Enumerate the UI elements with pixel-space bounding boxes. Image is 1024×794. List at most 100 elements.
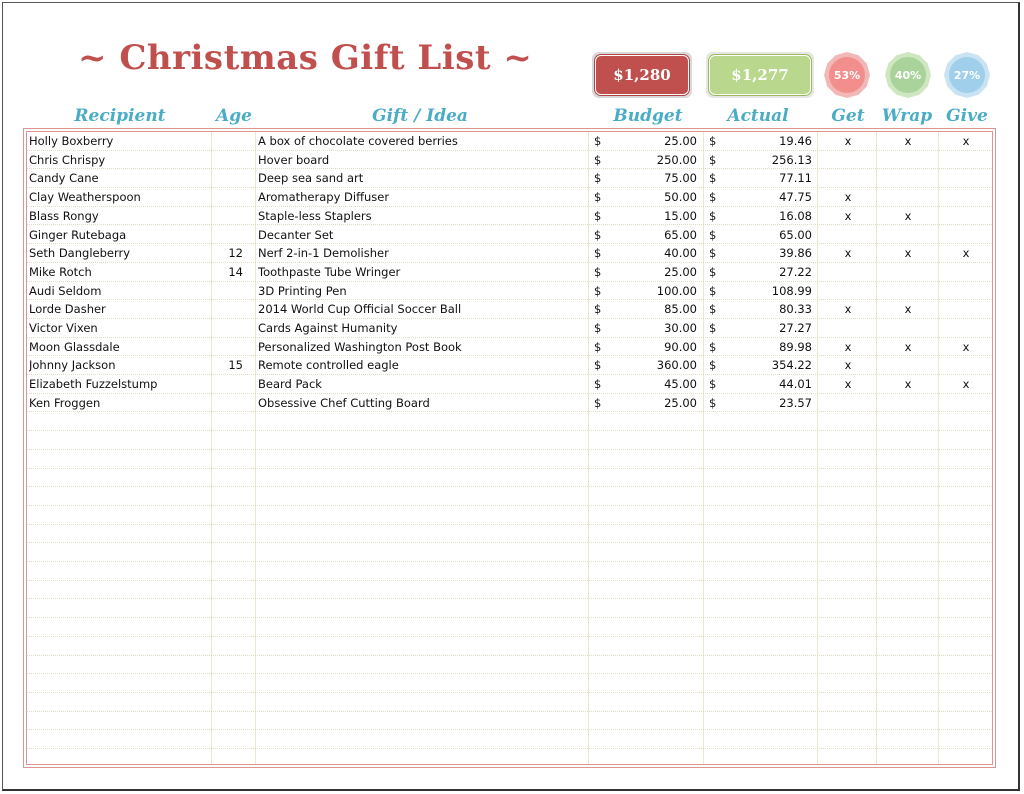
cell-actual[interactable]: 27.22 [722, 263, 812, 282]
cell-budget-currency[interactable]: $ [594, 207, 604, 226]
cell-give[interactable] [939, 188, 992, 207]
cell-wrap[interactable]: x [877, 132, 939, 151]
cell-age[interactable] [213, 282, 243, 301]
cell-budget-currency[interactable]: $ [594, 226, 604, 245]
cell-get[interactable] [819, 282, 877, 301]
cell-get[interactable] [819, 151, 877, 170]
cell-recipient[interactable]: Mike Rotch [29, 263, 211, 282]
cell-get[interactable]: x [819, 132, 877, 151]
cell-age[interactable] [213, 151, 243, 170]
cell-budget-currency[interactable]: $ [594, 375, 604, 394]
cell-actual[interactable]: 80.33 [722, 300, 812, 319]
cell-give[interactable] [939, 394, 992, 413]
cell-gift[interactable]: Obsessive Chef Cutting Board [258, 394, 586, 413]
cell-recipient[interactable]: Johnny Jackson [29, 356, 211, 375]
cell-gift[interactable]: Cards Against Humanity [258, 319, 586, 338]
cell-age[interactable]: 15 [213, 356, 243, 375]
cell-age[interactable] [213, 375, 243, 394]
cell-budget-currency[interactable]: $ [594, 132, 604, 151]
cell-budget-currency[interactable]: $ [594, 188, 604, 207]
cell-budget-currency[interactable]: $ [594, 263, 604, 282]
cell-gift[interactable]: Deep sea sand art [258, 169, 586, 188]
cell-give[interactable] [939, 282, 992, 301]
cell-actual-currency[interactable]: $ [709, 244, 719, 263]
cell-get[interactable]: x [819, 375, 877, 394]
cell-give[interactable]: x [939, 132, 992, 151]
cell-recipient[interactable]: Ginger Rutebaga [29, 226, 211, 245]
cell-actual[interactable]: 256.13 [722, 151, 812, 170]
cell-recipient[interactable]: Moon Glassdale [29, 338, 211, 357]
cell-age[interactable] [213, 226, 243, 245]
cell-age[interactable]: 12 [213, 244, 243, 263]
cell-actual[interactable]: 44.01 [722, 375, 812, 394]
cell-budget-currency[interactable]: $ [594, 319, 604, 338]
cell-get[interactable]: x [819, 300, 877, 319]
cell-budget[interactable]: 65.00 [607, 226, 697, 245]
cell-budget-currency[interactable]: $ [594, 300, 604, 319]
cell-actual[interactable]: 39.86 [722, 244, 812, 263]
cell-get[interactable]: x [819, 207, 877, 226]
cell-budget[interactable]: 40.00 [607, 244, 697, 263]
cell-recipient[interactable]: Lorde Dasher [29, 300, 211, 319]
cell-recipient[interactable]: Victor Vixen [29, 319, 211, 338]
cell-wrap[interactable] [877, 319, 939, 338]
cell-recipient[interactable]: Clay Weatherspoon [29, 188, 211, 207]
cell-wrap[interactable]: x [877, 375, 939, 394]
cell-gift[interactable]: Remote controlled eagle [258, 356, 586, 375]
cell-budget[interactable]: 25.00 [607, 394, 697, 413]
cell-actual[interactable]: 16.08 [722, 207, 812, 226]
cell-actual-currency[interactable]: $ [709, 338, 719, 357]
cell-age[interactable] [213, 300, 243, 319]
cell-actual-currency[interactable]: $ [709, 300, 719, 319]
cell-wrap[interactable]: x [877, 338, 939, 357]
cell-budget-currency[interactable]: $ [594, 338, 604, 357]
cell-get[interactable]: x [819, 188, 877, 207]
cell-get[interactable] [819, 169, 877, 188]
cell-budget[interactable]: 100.00 [607, 282, 697, 301]
cell-budget-currency[interactable]: $ [594, 356, 604, 375]
cell-get[interactable] [819, 394, 877, 413]
cell-recipient[interactable]: Chris Chrispy [29, 151, 211, 170]
cell-budget-currency[interactable]: $ [594, 169, 604, 188]
cell-actual-currency[interactable]: $ [709, 394, 719, 413]
cell-wrap[interactable] [877, 356, 939, 375]
cell-age[interactable] [213, 169, 243, 188]
cell-age[interactable] [213, 207, 243, 226]
cell-gift[interactable]: Nerf 2-in-1 Demolisher [258, 244, 586, 263]
cell-give[interactable] [939, 169, 992, 188]
cell-gift[interactable]: A box of chocolate covered berries [258, 132, 586, 151]
cell-gift[interactable]: Personalized Washington Post Book [258, 338, 586, 357]
cell-actual[interactable]: 27.27 [722, 319, 812, 338]
cell-budget-currency[interactable]: $ [594, 282, 604, 301]
cell-gift[interactable]: 2014 World Cup Official Soccer Ball [258, 300, 586, 319]
cell-budget[interactable]: 30.00 [607, 319, 697, 338]
cell-get[interactable] [819, 226, 877, 245]
cell-recipient[interactable]: Ken Froggen [29, 394, 211, 413]
cell-wrap[interactable] [877, 169, 939, 188]
cell-budget[interactable]: 25.00 [607, 132, 697, 151]
cell-gift[interactable]: Beard Pack [258, 375, 586, 394]
cell-wrap[interactable] [877, 394, 939, 413]
cell-budget[interactable]: 75.00 [607, 169, 697, 188]
cell-actual[interactable]: 354.22 [722, 356, 812, 375]
cell-give[interactable] [939, 319, 992, 338]
cell-wrap[interactable] [877, 151, 939, 170]
cell-actual-currency[interactable]: $ [709, 375, 719, 394]
cell-give[interactable] [939, 263, 992, 282]
cell-budget[interactable]: 45.00 [607, 375, 697, 394]
cell-actual[interactable]: 65.00 [722, 226, 812, 245]
cell-actual-currency[interactable]: $ [709, 207, 719, 226]
cell-budget-currency[interactable]: $ [594, 151, 604, 170]
cell-actual[interactable]: 23.57 [722, 394, 812, 413]
cell-get[interactable] [819, 319, 877, 338]
cell-gift[interactable]: 3D Printing Pen [258, 282, 586, 301]
cell-gift[interactable]: Toothpaste Tube Wringer [258, 263, 586, 282]
cell-give[interactable]: x [939, 244, 992, 263]
cell-actual-currency[interactable]: $ [709, 188, 719, 207]
cell-wrap[interactable]: x [877, 300, 939, 319]
cell-give[interactable] [939, 226, 992, 245]
cell-budget[interactable]: 360.00 [607, 356, 697, 375]
cell-actual[interactable]: 108.99 [722, 282, 812, 301]
cell-give[interactable] [939, 356, 992, 375]
cell-recipient[interactable]: Blass Rongy [29, 207, 211, 226]
